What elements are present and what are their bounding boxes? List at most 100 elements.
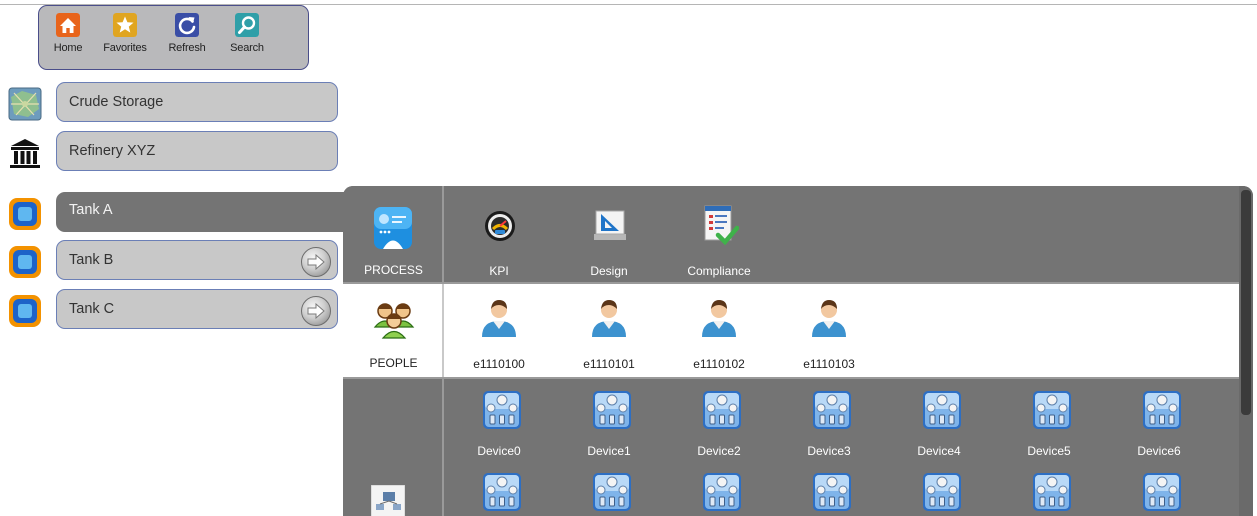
process-item-label: KPI xyxy=(489,264,509,278)
nav-item-tank-b[interactable]: Tank B xyxy=(8,240,340,284)
star-icon xyxy=(113,13,137,37)
nav-item-tank-c[interactable]: Tank C xyxy=(8,289,340,333)
tank-icon xyxy=(9,295,41,327)
nav-pill: Tank C xyxy=(56,289,338,329)
nav-pill: Tank A xyxy=(56,192,346,232)
device-item[interactable]: Device3 xyxy=(779,378,879,458)
device-label: Device3 xyxy=(807,444,851,458)
person-label: e1110102 xyxy=(693,357,745,371)
device-icon xyxy=(922,390,962,430)
process-item-kpi[interactable]: KPI xyxy=(449,186,549,283)
device-item[interactable]: Device0 xyxy=(449,378,549,458)
process-row: PROCESS KPI Design Compliance xyxy=(343,186,1253,283)
process-item-design[interactable]: Design xyxy=(559,186,659,283)
favorites-label: Favorites xyxy=(103,42,147,54)
nav-item-crude-storage[interactable]: Crude Storage xyxy=(8,82,340,126)
nav-label: Tank B xyxy=(69,252,114,268)
person-item[interactable]: e1110103 xyxy=(779,283,879,378)
device-icon xyxy=(1032,472,1072,512)
device-icon xyxy=(592,472,632,512)
device-icon xyxy=(1032,390,1072,430)
gauge-icon xyxy=(485,211,515,241)
person-label: e1110103 xyxy=(803,357,855,371)
nav-item-tank-a[interactable]: Tank A xyxy=(8,192,346,236)
search-label: Search xyxy=(230,42,264,54)
nav-pill: Crude Storage xyxy=(56,82,338,122)
people-label: PEOPLE xyxy=(369,356,418,370)
home-button[interactable]: Home xyxy=(40,9,96,65)
detail-panel: PROCESS KPI Design Compliance PEOPLE e11… xyxy=(343,186,1253,516)
device-icon xyxy=(812,390,852,430)
refresh-icon xyxy=(175,13,199,37)
device-icon xyxy=(702,390,742,430)
nav-label: Tank A xyxy=(69,202,113,218)
device-item[interactable] xyxy=(559,473,659,516)
person-label: e1110101 xyxy=(583,357,635,371)
vertical-scrollbar[interactable] xyxy=(1239,186,1253,516)
nav-label: Crude Storage xyxy=(69,94,164,110)
device-label: Device0 xyxy=(477,444,521,458)
user-icon xyxy=(592,300,626,337)
device-label: Device5 xyxy=(1027,444,1071,458)
nav-label: Refinery XYZ xyxy=(69,143,156,159)
design-icon xyxy=(594,210,626,240)
refresh-label: Refresh xyxy=(168,42,206,54)
devices-header[interactable] xyxy=(343,378,444,516)
person-item[interactable]: e1110101 xyxy=(559,283,659,378)
arrow-right-icon xyxy=(307,303,325,319)
process-item-label: Compliance xyxy=(687,264,751,278)
process-icon xyxy=(374,207,412,249)
device-icon xyxy=(702,472,742,512)
device-item[interactable]: Device1 xyxy=(559,378,659,458)
people-header[interactable]: PEOPLE xyxy=(343,283,444,378)
search-button[interactable]: Search xyxy=(219,9,275,65)
nav-label: Tank C xyxy=(69,301,115,317)
user-icon xyxy=(812,300,846,337)
device-item[interactable] xyxy=(669,473,769,516)
device-icon xyxy=(482,390,522,430)
device-icon xyxy=(922,472,962,512)
device-label: Device2 xyxy=(697,444,741,458)
devices-row: Device0 Device1 Device2 Device3 Device4 … xyxy=(343,378,1253,516)
search-icon xyxy=(235,13,259,37)
device-item[interactable] xyxy=(1109,473,1209,516)
device-item[interactable]: Device6 xyxy=(1109,378,1209,458)
device-icon xyxy=(1142,472,1182,512)
scrollbar-thumb[interactable] xyxy=(1241,190,1251,415)
person-item[interactable]: e1110100 xyxy=(449,283,549,378)
tank-icon xyxy=(9,246,41,278)
process-item-label: Design xyxy=(590,264,628,278)
network-diagram-icon xyxy=(371,485,405,516)
map-icon xyxy=(8,87,42,121)
device-item[interactable] xyxy=(779,473,879,516)
refresh-button[interactable]: Refresh xyxy=(159,9,215,65)
nav-pill: Tank B xyxy=(56,240,338,280)
checklist-icon xyxy=(704,205,739,246)
favorites-button[interactable]: Favorites xyxy=(97,9,153,65)
institution-icon xyxy=(10,139,40,168)
nav-item-refinery-xyz[interactable]: Refinery XYZ xyxy=(8,131,340,175)
device-label: Device1 xyxy=(587,444,631,458)
home-icon xyxy=(56,13,80,37)
device-item[interactable] xyxy=(449,473,549,516)
device-icon xyxy=(1142,390,1182,430)
person-label: e1110100 xyxy=(473,357,525,371)
device-icon xyxy=(482,472,522,512)
row-divider xyxy=(343,377,1253,379)
expand-arrow-button[interactable] xyxy=(301,296,331,326)
arrow-right-icon xyxy=(307,254,325,270)
person-item[interactable]: e1110102 xyxy=(669,283,769,378)
process-header[interactable]: PROCESS xyxy=(343,186,444,283)
people-group-icon xyxy=(373,303,415,339)
device-label: Device6 xyxy=(1137,444,1181,458)
toolbar: Home Favorites Refresh Search xyxy=(38,5,309,70)
device-item[interactable]: Device5 xyxy=(999,378,1099,458)
process-item-compliance[interactable]: Compliance xyxy=(669,186,769,283)
process-label: PROCESS xyxy=(364,263,423,277)
device-item[interactable] xyxy=(999,473,1099,516)
device-item[interactable] xyxy=(889,473,989,516)
user-icon xyxy=(482,300,516,337)
expand-arrow-button[interactable] xyxy=(301,247,331,277)
device-item[interactable]: Device2 xyxy=(669,378,769,458)
device-item[interactable]: Device4 xyxy=(889,378,989,458)
